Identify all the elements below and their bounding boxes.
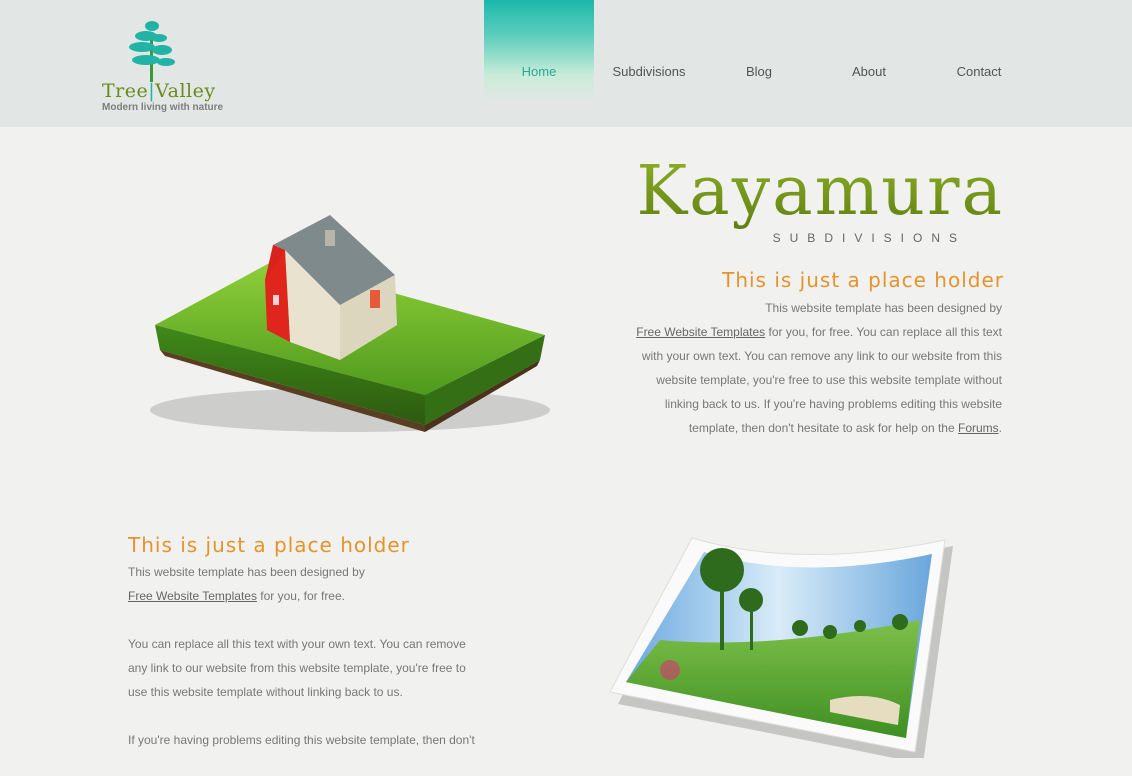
golf-course-photo (600, 530, 970, 764)
logo-name-part1: Tree (102, 80, 149, 102)
section-paragraph-2: You can replace all this text with your … (128, 637, 466, 699)
site-header: Tree|Valley Modern living with nature Ho… (0, 0, 1132, 127)
nav-contact[interactable]: Contact (924, 0, 1034, 100)
nav-subdivisions[interactable]: Subdivisions (594, 0, 704, 100)
section-paragraph-3: If you're having problems editing this w… (128, 733, 475, 747)
house-on-grass-image (125, 210, 570, 440)
nav-home[interactable]: Home (484, 0, 594, 100)
nav-about[interactable]: About (814, 0, 924, 100)
hero-heading: This is just a place holder (722, 268, 1004, 292)
section-p1-tail: for you, for free. (256, 589, 345, 603)
section-body: This website template has been designed … (128, 560, 488, 776)
hero-text-3: . (998, 421, 1002, 435)
section-paragraph-1: This website template has been designed … (128, 560, 488, 608)
site-logo[interactable]: Tree|Valley Modern living with nature (100, 18, 240, 118)
nav-blog[interactable]: Blog (704, 0, 814, 100)
section-p1-text: This website template has been designed … (128, 565, 365, 579)
logo-title: Tree|Valley (102, 80, 216, 102)
logo-name-part2: Valley (155, 80, 216, 102)
brand-title: Kayamura (600, 152, 1004, 231)
logo-tagline: Modern living with nature (102, 102, 224, 113)
forums-link[interactable]: Forums (958, 421, 999, 435)
brand-subtitle: SUBDIVISIONS (772, 231, 966, 245)
hero-text-1: This website template has been designed … (765, 301, 1002, 315)
free-website-templates-link-2[interactable]: Free Website Templates (128, 589, 257, 603)
tree-icon (129, 21, 175, 82)
free-website-templates-link[interactable]: Free Website Templates (636, 325, 765, 339)
hero-paragraph: This website template has been designed … (630, 296, 1002, 440)
section-heading: This is just a place holder (128, 533, 410, 557)
hero-text-2: for you, for free. You can replace all t… (641, 325, 1002, 435)
